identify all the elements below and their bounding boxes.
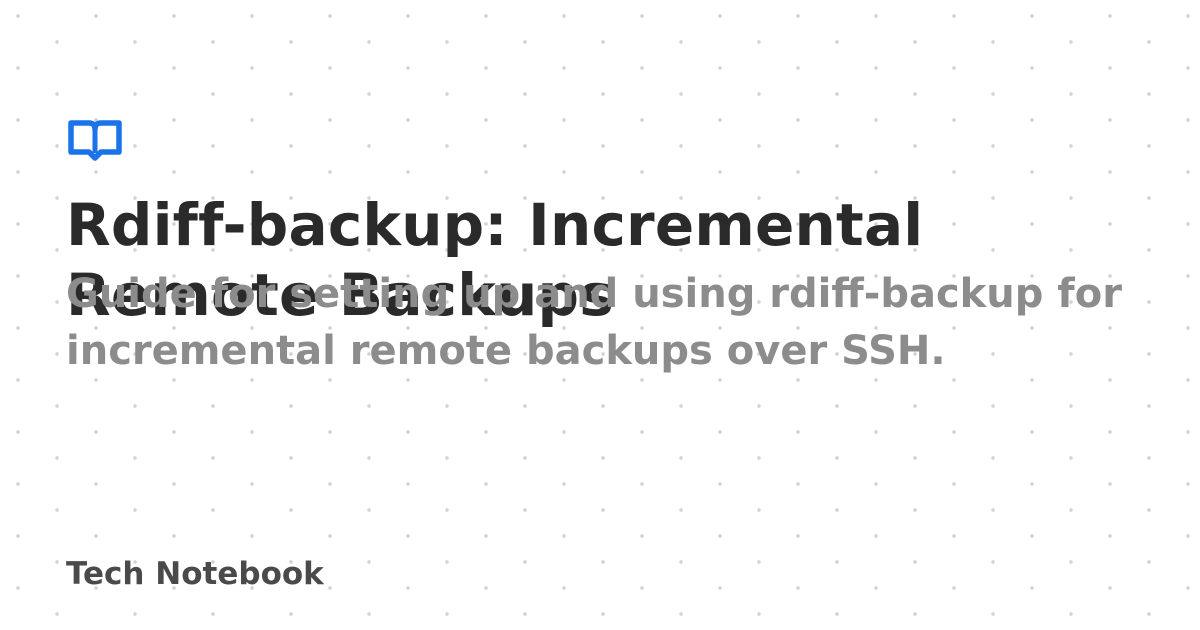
site-name: Tech Notebook xyxy=(66,556,324,592)
book-open-icon xyxy=(68,119,122,161)
og-card: Rdiff-backup: Incremental Remote Backups… xyxy=(0,0,1200,630)
page-description: Guide for setting up and using rdiff-bac… xyxy=(66,271,1122,374)
